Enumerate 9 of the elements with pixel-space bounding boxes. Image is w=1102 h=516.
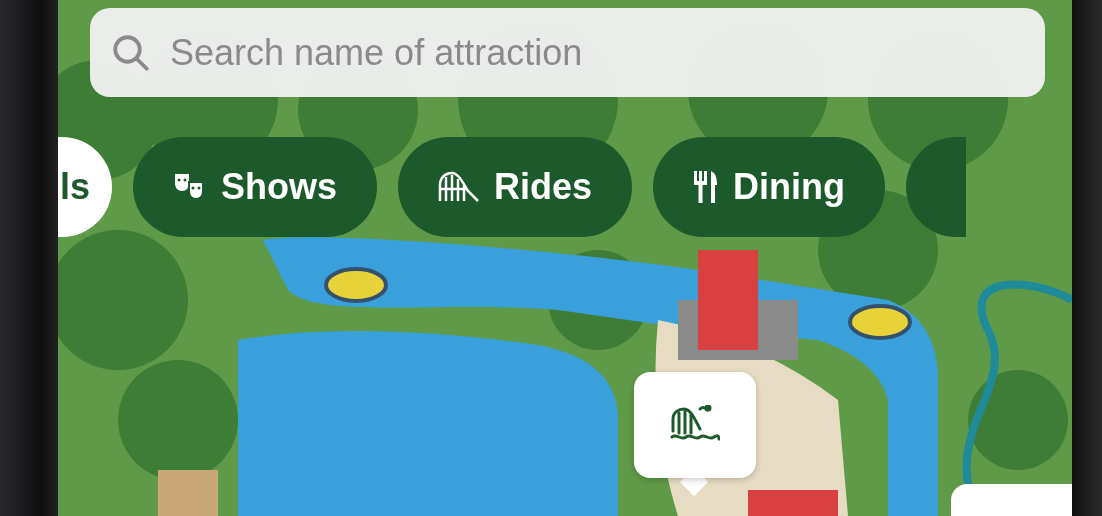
search-input[interactable]: Search name of attraction	[168, 30, 1025, 75]
search-field[interactable]: Search name of attraction	[90, 8, 1045, 97]
roller-coaster-icon	[438, 171, 481, 203]
filter-chip[interactable]: Rides	[398, 137, 633, 237]
map-pin[interactable]	[634, 372, 756, 478]
filter-chip[interactable]: Shows	[133, 137, 378, 237]
filter-chip[interactable]: Dining	[653, 137, 886, 237]
fork-knife-icon	[693, 170, 720, 204]
sand-patch	[158, 470, 218, 516]
